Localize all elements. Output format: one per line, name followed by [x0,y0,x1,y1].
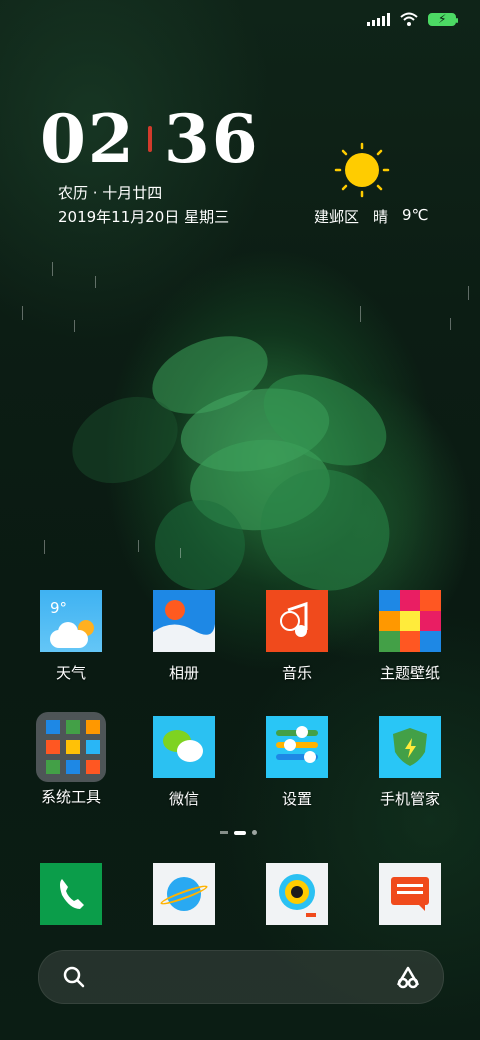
app-settings[interactable]: 设置 [242,716,352,809]
weather-info[interactable]: 建邺区 晴 9℃ [314,206,428,227]
app-label: 设置 [281,790,312,808]
battery-charging-icon: ⚡ [428,12,458,26]
weather-condition: 晴 [373,208,389,226]
app-label: 微信 [168,790,199,808]
app-label: 主题壁纸 [379,664,440,682]
app-music[interactable]: 音乐 [242,590,352,683]
themes-app-icon [379,590,441,652]
settings-app-icon [266,716,328,778]
search-icon[interactable] [63,966,85,988]
app-security[interactable]: 手机管家 [355,716,465,809]
dock-phone[interactable] [16,863,126,925]
wechat-app-icon [153,716,215,778]
dock-camera[interactable] [242,863,352,925]
weather-app-icon: 9° [40,590,102,652]
gallery-app-icon [153,590,215,652]
app-label: 系统工具 [40,788,101,806]
app-label: 相册 [168,664,199,682]
app-gallery[interactable]: 相册 [129,590,239,683]
page-dot [252,830,257,835]
app-label: 手机管家 [379,790,440,808]
search-bar[interactable] [38,950,444,1004]
page-dot-current [234,830,246,835]
signal-icon [367,12,390,26]
weather-icon-temp: 9° [50,599,68,617]
music-app-icon [266,590,328,652]
app-system-tools-folder[interactable]: 系统工具 [16,712,126,807]
app-wechat[interactable]: 微信 [129,716,239,809]
sun-icon[interactable] [334,142,390,198]
messages-app-icon [379,863,441,925]
system-tools-folder-icon [36,712,106,782]
app-label: 音乐 [281,664,312,682]
browser-app-icon [153,863,215,925]
camera-app-icon [266,863,328,925]
wifi-icon [400,12,418,26]
dock-messages[interactable] [355,863,465,925]
app-weather[interactable]: 9° 天气 [16,590,126,683]
weather-location: 建邺区 [314,208,360,226]
clock-hours: 02 [40,100,136,178]
lunar-date: 农历 · 十月廿四 [58,184,163,202]
dock-browser[interactable] [129,863,239,925]
weather-temperature: 9℃ [402,206,429,224]
clock-widget[interactable]: 02 36 [40,100,260,178]
app-themes[interactable]: 主题壁纸 [355,590,465,683]
page-dot-list [220,831,228,834]
clock-separator [147,126,152,152]
security-app-icon [379,716,441,778]
phone-app-icon [40,863,102,925]
calendar-date: 2019年11月20日 星期三 [58,208,230,226]
app-label: 天气 [55,664,86,682]
clock-minutes: 36 [163,100,260,178]
status-bar: ⚡ [367,12,458,26]
assistant-icon[interactable] [395,965,421,989]
page-indicator[interactable] [220,830,257,835]
